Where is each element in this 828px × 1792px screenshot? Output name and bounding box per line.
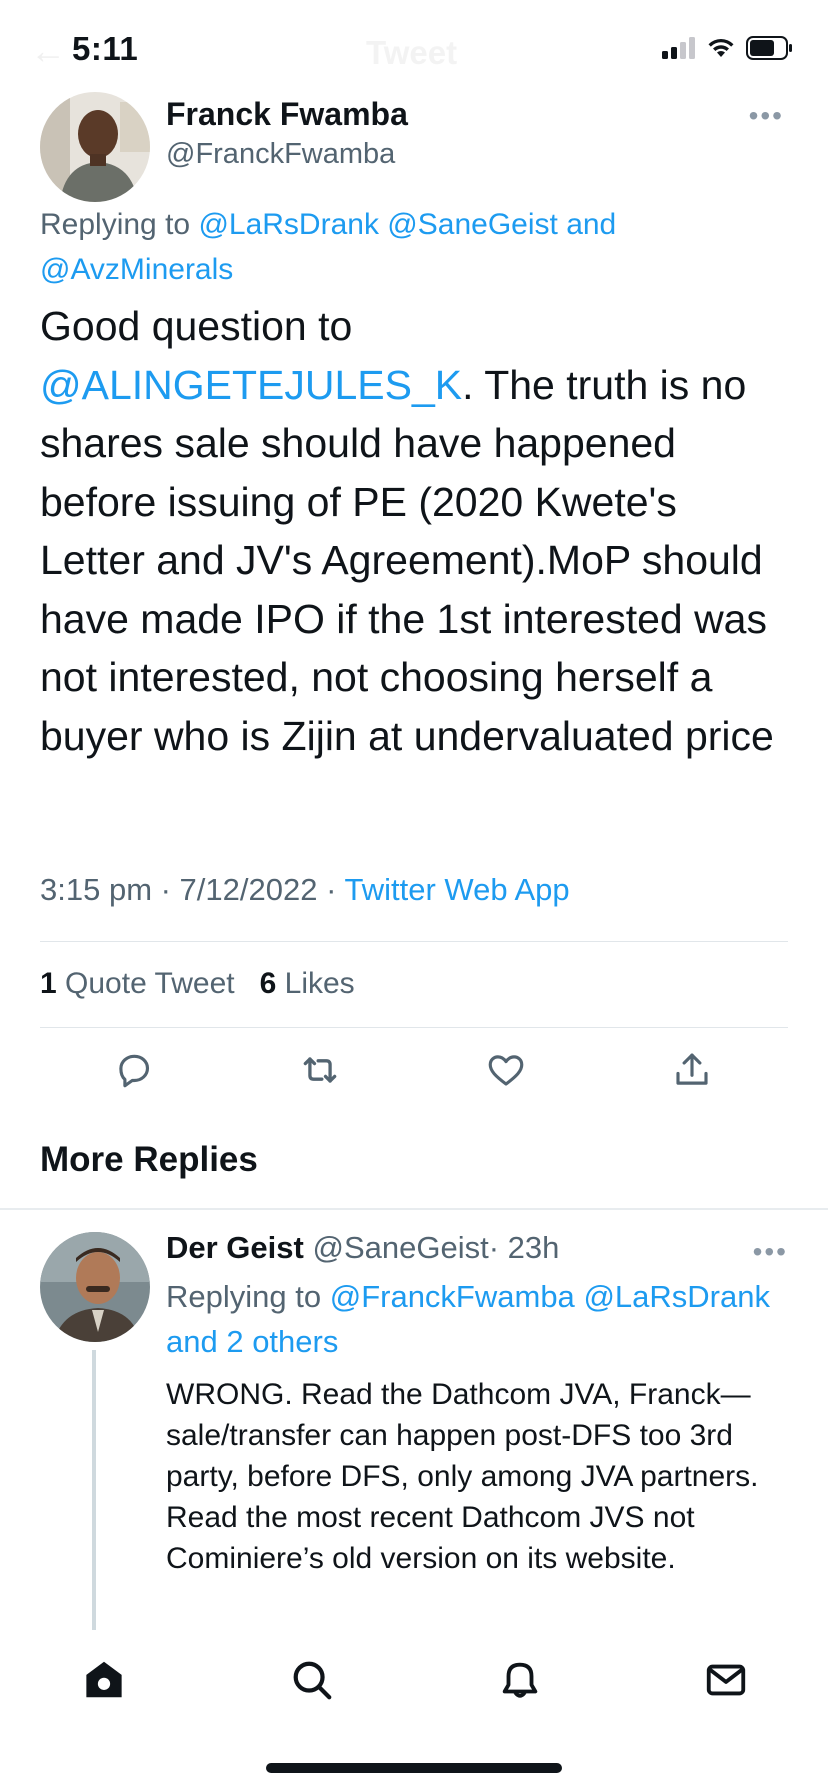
mention-conjunction[interactable]: and	[566, 208, 616, 241]
like-icon[interactable]	[478, 1042, 534, 1098]
quote-count: 1	[40, 967, 57, 1000]
mention-others-link[interactable]: and 2 others	[166, 1324, 338, 1359]
replying-prefix: Replying to	[40, 208, 191, 241]
tweet-text-start: Good question to	[40, 303, 353, 349]
mention-link[interactable]: @SaneGeist	[387, 208, 558, 241]
reply-time: · 23h	[488, 1230, 560, 1265]
search-icon[interactable]	[282, 1650, 342, 1710]
thread-line	[92, 1350, 96, 1640]
replying-to: Replying to @LaRsDrank @SaneGeist and @A…	[40, 202, 788, 292]
messages-icon[interactable]	[696, 1650, 756, 1710]
quote-label: Quote Tweet	[65, 967, 235, 1000]
mention-link[interactable]: @LaRsDrank	[198, 208, 379, 241]
author-handle[interactable]: @FranckFwamba	[166, 138, 395, 171]
author-name[interactable]: Franck Fwamba	[166, 96, 408, 133]
notifications-icon[interactable]	[490, 1650, 550, 1710]
avatar[interactable]	[40, 1232, 150, 1342]
replying-prefix: Replying to	[166, 1279, 322, 1314]
like-count: 6	[259, 967, 277, 1000]
mention-link[interactable]: @ALINGETEJULES_K	[40, 362, 462, 408]
more-options-icon[interactable]: •••	[749, 100, 784, 132]
divider	[40, 1027, 788, 1028]
tweet-text-rest: . The truth is no shares sale should hav…	[40, 361, 774, 759]
reply-icon[interactable]	[106, 1042, 162, 1098]
likes-stat[interactable]: 6 Likes	[260, 967, 355, 1000]
tweet-actions	[40, 1042, 788, 1102]
divider	[40, 941, 788, 942]
reply-tweet[interactable]: Der Geist @SaneGeist· 23h ••• Replying t…	[0, 1210, 828, 1640]
wifi-icon	[708, 38, 734, 57]
home-indicator	[266, 1763, 562, 1773]
reply-author-handle[interactable]: @SaneGeist	[312, 1230, 488, 1265]
tweet-text: Good question to @ALINGETEJULES_K. The tr…	[40, 297, 788, 765]
tweet-timestamp[interactable]: 3:15 pm · 7/12/2022 ·	[40, 872, 336, 907]
home-icon[interactable]	[74, 1650, 134, 1710]
battery-icon	[746, 36, 792, 60]
tweet-stats: 1 Quote Tweet 6 Likes	[40, 967, 355, 1001]
tweet-meta: 3:15 pm · 7/12/2022 · Twitter Web App	[40, 872, 570, 908]
retweet-icon[interactable]	[292, 1042, 348, 1098]
status-bar: 5:11	[0, 0, 828, 100]
bottom-tab-bar	[0, 1630, 828, 1760]
section-title: More Replies	[40, 1140, 258, 1179]
share-icon[interactable]	[664, 1042, 720, 1098]
mention-link[interactable]: @LaRsDrank	[583, 1279, 770, 1314]
more-options-icon[interactable]: •••	[753, 1236, 788, 1268]
quote-tweet-stat[interactable]: 1 Quote Tweet	[40, 967, 235, 1000]
likes-label: Likes	[284, 967, 355, 1000]
replying-to: Replying to @FranckFwamba @LaRsDrank and…	[166, 1274, 786, 1364]
tweet-source-link[interactable]: Twitter Web App	[344, 872, 569, 907]
reply-text: WRONG. Read the Dathcom JVA, Franck—sale…	[166, 1378, 759, 1575]
reply-author-name[interactable]: Der Geist	[166, 1230, 304, 1265]
status-icons	[662, 36, 794, 60]
status-time: 5:11	[72, 30, 139, 67]
mention-link[interactable]: @FranckFwamba	[330, 1279, 575, 1314]
avatar[interactable]	[40, 92, 150, 202]
reply-header: Der Geist @SaneGeist· 23h	[166, 1230, 559, 1266]
cellular-signal-icon	[662, 37, 695, 59]
mention-link[interactable]: @AvzMinerals	[40, 253, 233, 286]
